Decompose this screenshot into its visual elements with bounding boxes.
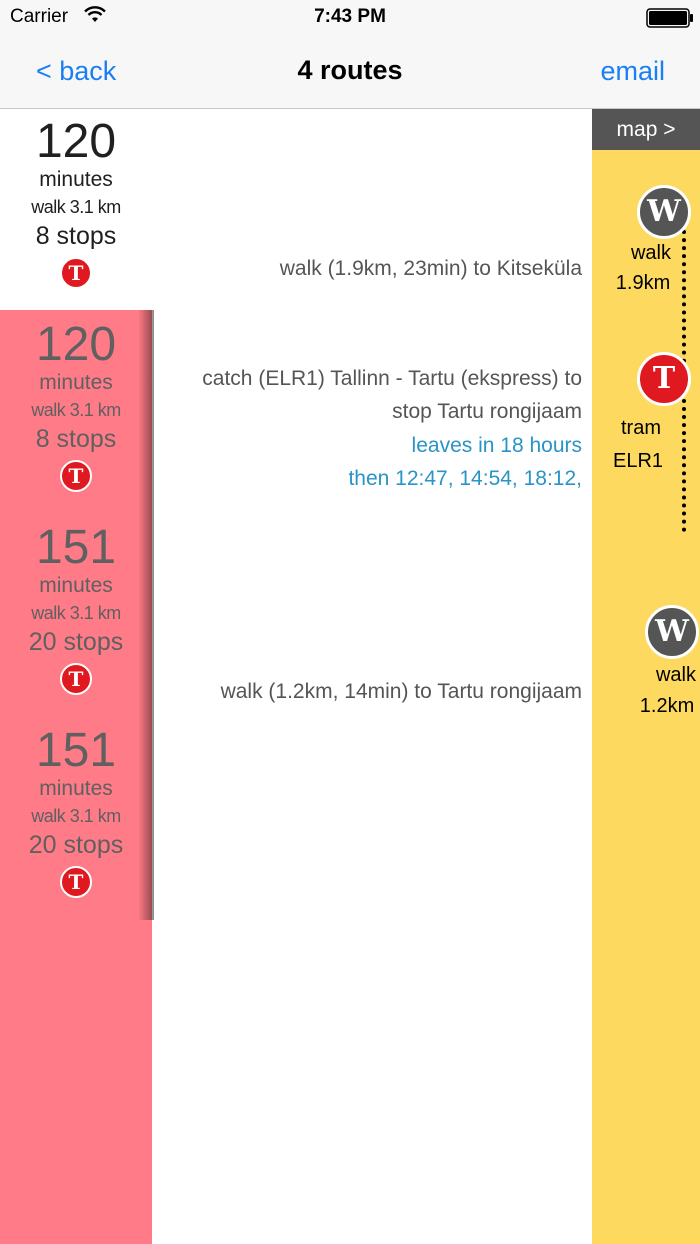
route-minutes-label: minutes [39, 777, 113, 800]
tram-icon: T [60, 866, 92, 898]
node-label: walk [630, 242, 671, 264]
route-card-1[interactable]: 120 minutes walk 3.1 km 8 stops T [0, 109, 152, 310]
route-walk-distance: walk 3.1 km [31, 400, 121, 420]
route-minutes: 151 [35, 724, 117, 777]
step-catch-line1: catch (ELR1) Tallinn - Tartu (ekspress) … [202, 367, 582, 390]
tram-icon: T [60, 460, 92, 492]
battery-icon [646, 8, 693, 28]
route-stops: 8 stops [35, 425, 117, 453]
email-button[interactable]: email [600, 56, 665, 87]
node-route: ELR1 [612, 450, 664, 472]
walk-icon: W [637, 185, 691, 239]
route-list: 120 minutes walk 3.1 km 8 stops T 120 mi… [0, 109, 152, 1244]
walk-icon: W [645, 605, 699, 659]
map-button[interactable]: map > [592, 109, 700, 150]
route-minutes: 120 [35, 115, 117, 168]
clock: 7:43 PM [314, 6, 386, 27]
route-minutes-label: minutes [39, 574, 113, 597]
node-distance: 1.9km [615, 272, 671, 294]
route-minutes-label: minutes [39, 371, 113, 394]
tram-icon: T [60, 257, 92, 289]
departure-times: then 12:47, 14:54, 18:12, [348, 467, 582, 490]
route-minutes: 120 [35, 318, 117, 371]
departure-leaves: leaves in 18 hours [411, 434, 582, 457]
step-walk-1: walk (1.9km, 23min) to Kitseküla [279, 257, 582, 280]
route-minutes-label: minutes [39, 168, 113, 191]
route-stops: 8 stops [35, 222, 117, 250]
route-card-2[interactable]: 120 minutes walk 3.1 km 8 stops T [0, 320, 152, 520]
route-walk-distance: walk 3.1 km [31, 603, 121, 623]
step-walk-2: walk (1.2km, 14min) to Tartu rongijaam [220, 680, 582, 703]
node-label: tram [621, 417, 661, 439]
node-distance: 1.2km [639, 695, 695, 717]
route-walk-distance: walk 3.1 km [31, 806, 121, 826]
tram-icon: T [637, 352, 691, 406]
route-minutes: 151 [35, 521, 117, 574]
node-label: walk [655, 664, 696, 686]
route-stops: 20 stops [28, 628, 124, 656]
route-stops: 20 stops [28, 831, 124, 859]
route-card-4[interactable]: 151 minutes walk 3.1 km 20 stops T [0, 726, 152, 926]
route-walk-distance: walk 3.1 km [31, 197, 121, 217]
page-title: 4 routes [297, 55, 403, 85]
route-card-3[interactable]: 151 minutes walk 3.1 km 20 stops T [0, 523, 152, 723]
step-catch-line2: stop Tartu rongijaam [392, 400, 582, 423]
tram-icon: T [60, 663, 92, 695]
